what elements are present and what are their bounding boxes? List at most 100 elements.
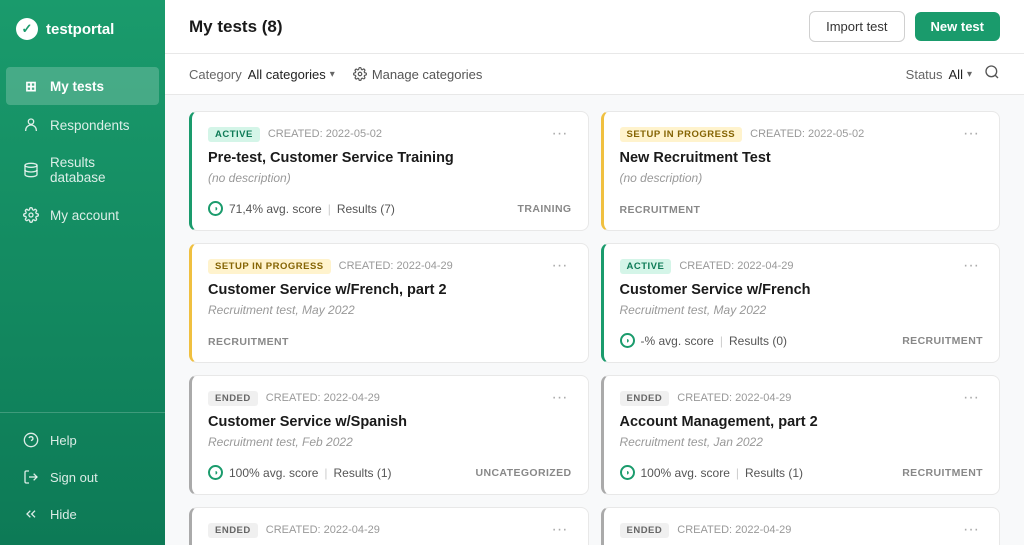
- card-description: Recruitment test, Jan 2022: [620, 435, 984, 449]
- card-header: SETUP IN PROGRESS CREATED: 2022-05-02 ··…: [620, 126, 984, 142]
- category-label: Category: [189, 67, 242, 82]
- more-options-button[interactable]: ···: [959, 258, 983, 274]
- test-card[interactable]: ENDED CREATED: 2022-04-29 ···: [601, 507, 1001, 545]
- more-options-button[interactable]: ···: [959, 522, 983, 538]
- hide-icon: [22, 505, 40, 523]
- more-options-button[interactable]: ···: [959, 126, 983, 142]
- card-category: RECRUITMENT: [620, 204, 701, 216]
- card-title: Pre-test, Customer Service Training: [208, 150, 572, 166]
- card-description: (no description): [620, 171, 984, 185]
- sidebar-bottom: Help Sign out Hide: [0, 412, 165, 545]
- more-options-button[interactable]: ···: [548, 258, 572, 274]
- sidebar-label-hide: Hide: [50, 507, 77, 522]
- test-card[interactable]: ACTIVE CREATED: 2022-04-29 ··· Customer …: [601, 243, 1001, 363]
- help-icon: [22, 431, 40, 449]
- test-card[interactable]: SETUP IN PROGRESS CREATED: 2022-05-02 ··…: [601, 111, 1001, 231]
- card-description: Recruitment test, May 2022: [208, 303, 572, 317]
- card-header-left: ACTIVE CREATED: 2022-04-29: [620, 259, 794, 274]
- created-date: CREATED: 2022-05-02: [268, 128, 382, 140]
- status-badge: ENDED: [620, 391, 670, 406]
- results-count: Results (0): [729, 334, 787, 348]
- database-icon: [22, 161, 40, 179]
- status-badge: ENDED: [620, 523, 670, 538]
- toolbar-right: Status All ▾: [906, 64, 1000, 84]
- card-stats: ◑ 71,4% avg. score | Results (7): [208, 201, 395, 216]
- sidebar-label-help: Help: [50, 433, 77, 448]
- sidebar-nav: ⊞ My tests Respondents Results database …: [0, 58, 165, 412]
- sidebar-item-sign-out[interactable]: Sign out: [6, 459, 159, 495]
- card-header-left: SETUP IN PROGRESS CREATED: 2022-05-02: [620, 127, 865, 142]
- card-stats: ◑ 100% avg. score | Results (1): [620, 465, 804, 480]
- more-options-button[interactable]: ···: [959, 390, 983, 406]
- card-category: RECRUITMENT: [208, 336, 289, 348]
- created-date: CREATED: 2022-05-02: [750, 128, 864, 140]
- avg-score: 71,4% avg. score: [229, 202, 322, 216]
- sidebar-item-respondents[interactable]: Respondents: [6, 106, 159, 144]
- test-card[interactable]: ACTIVE CREATED: 2022-05-02 ··· Pre-test,…: [189, 111, 589, 231]
- test-card[interactable]: ENDED CREATED: 2022-04-29 ··· Customer S…: [189, 375, 589, 495]
- sidebar-label-my-tests: My tests: [50, 79, 104, 94]
- card-footer: ◑ 100% avg. score | Results (1) RECRUITM…: [620, 465, 984, 480]
- more-options-button[interactable]: ···: [548, 390, 572, 406]
- results-count: Results (1): [745, 466, 803, 480]
- category-dropdown[interactable]: All categories ▾: [248, 67, 335, 82]
- card-title: Customer Service w/Spanish: [208, 414, 572, 430]
- status-filter: Status All ▾: [906, 67, 972, 82]
- sidebar-label-sign-out: Sign out: [50, 470, 98, 485]
- card-header: ENDED CREATED: 2022-04-29 ···: [208, 390, 572, 406]
- score-icon: ◑: [620, 333, 635, 348]
- sidebar-item-results-database[interactable]: Results database: [6, 145, 159, 195]
- avg-score: 100% avg. score: [229, 466, 318, 480]
- card-description: Recruitment test, May 2022: [620, 303, 984, 317]
- card-category: TRAINING: [518, 203, 572, 215]
- score-icon: ◑: [208, 201, 223, 216]
- category-value-text: All categories: [248, 67, 326, 82]
- manage-categories-button[interactable]: Manage categories: [353, 67, 483, 82]
- card-title: New Recruitment Test: [620, 150, 984, 166]
- card-footer: RECRUITMENT: [208, 336, 572, 348]
- search-button[interactable]: [984, 64, 1000, 84]
- card-description: (no description): [208, 171, 572, 185]
- card-header-left: SETUP IN PROGRESS CREATED: 2022-04-29: [208, 259, 453, 274]
- avg-score: -% avg. score: [641, 334, 714, 348]
- sidebar-item-my-account[interactable]: My account: [6, 196, 159, 234]
- card-header-left: ENDED CREATED: 2022-04-29: [208, 523, 380, 538]
- category-filter: Category All categories ▾: [189, 67, 335, 82]
- card-header-left: ENDED CREATED: 2022-04-29: [620, 523, 792, 538]
- score-icon: ◑: [208, 465, 223, 480]
- more-options-button[interactable]: ···: [548, 126, 572, 142]
- created-date: CREATED: 2022-04-29: [339, 260, 453, 272]
- import-test-button[interactable]: Import test: [809, 11, 904, 42]
- created-date: CREATED: 2022-04-29: [677, 392, 791, 404]
- more-options-button[interactable]: ···: [548, 522, 572, 538]
- score-icon: ◑: [620, 465, 635, 480]
- card-header: ACTIVE CREATED: 2022-05-02 ···: [208, 126, 572, 142]
- test-card[interactable]: ENDED CREATED: 2022-04-29 ···: [189, 507, 589, 545]
- page-title: My tests (8): [189, 17, 283, 37]
- logo-text: testportal: [46, 21, 114, 38]
- users-icon: [22, 116, 40, 134]
- manage-categories-label: Manage categories: [372, 67, 483, 82]
- card-footer: ◑ 100% avg. score | Results (1) UNCATEGO…: [208, 465, 572, 480]
- test-card[interactable]: SETUP IN PROGRESS CREATED: 2022-04-29 ··…: [189, 243, 589, 363]
- status-badge: ENDED: [208, 391, 258, 406]
- new-test-button[interactable]: New test: [915, 12, 1000, 41]
- sidebar-item-hide[interactable]: Hide: [6, 496, 159, 532]
- card-category: RECRUITMENT: [902, 467, 983, 479]
- header-actions: Import test New test: [809, 11, 1000, 42]
- chevron-down-icon: ▾: [330, 69, 335, 80]
- sidebar: testportal ⊞ My tests Respondents Result…: [0, 0, 165, 545]
- status-badge: ACTIVE: [208, 127, 260, 142]
- test-card[interactable]: ENDED CREATED: 2022-04-29 ··· Account Ma…: [601, 375, 1001, 495]
- card-header-left: ENDED CREATED: 2022-04-29: [208, 391, 380, 406]
- sidebar-logo[interactable]: testportal: [0, 0, 165, 58]
- sidebar-item-my-tests[interactable]: ⊞ My tests: [6, 67, 159, 105]
- tests-grid: ACTIVE CREATED: 2022-05-02 ··· Pre-test,…: [165, 95, 1024, 545]
- signout-icon: [22, 468, 40, 486]
- created-date: CREATED: 2022-04-29: [266, 392, 380, 404]
- status-dropdown[interactable]: All ▾: [949, 67, 972, 82]
- sidebar-item-help[interactable]: Help: [6, 422, 159, 458]
- card-header-left: ACTIVE CREATED: 2022-05-02: [208, 127, 382, 142]
- card-footer: ◑ 71,4% avg. score | Results (7) TRAININ…: [208, 201, 572, 216]
- card-category: RECRUITMENT: [902, 335, 983, 347]
